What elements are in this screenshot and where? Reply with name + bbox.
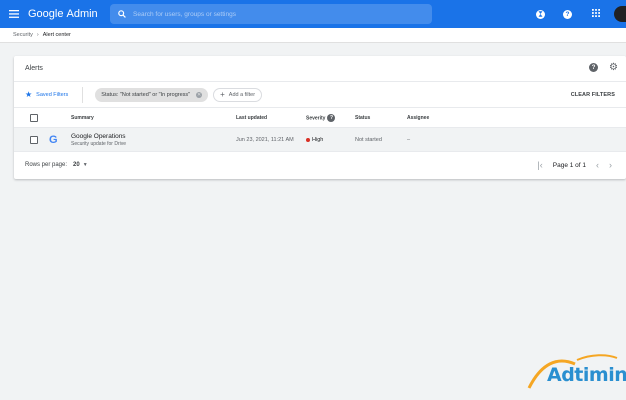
rows-per-page-select[interactable]: 20 [73, 162, 80, 168]
column-header-status[interactable]: Status [355, 115, 370, 121]
alert-status: Not started [355, 136, 382, 143]
brand-google-text: Google [28, 8, 64, 20]
alerts-card: Alerts ? ⚙ ★ Saved Filters Status: "Not … [14, 56, 626, 179]
column-header-last-updated[interactable]: Last updated [236, 115, 267, 121]
add-filter-label: Add a filter [228, 91, 256, 98]
star-icon: ★ [25, 89, 33, 99]
help-button[interactable]: ? [563, 9, 572, 19]
plus-icon: + [220, 89, 225, 99]
main-menu-button[interactable] [0, 0, 28, 28]
rows-per-page-label: Rows per page: [25, 162, 68, 168]
filter-bar: ★ Saved Filters Status: "Not started" or… [14, 82, 626, 108]
search-box[interactable] [110, 4, 432, 24]
filter-divider [82, 86, 84, 103]
column-header-severity[interactable]: Severity? [306, 113, 336, 122]
search-icon [118, 10, 126, 18]
first-page-icon[interactable]: |‹ [537, 160, 542, 170]
table-row[interactable]: G Google Operations Security update for … [14, 128, 626, 152]
previous-page-icon[interactable]: ‹ [596, 160, 599, 170]
severity-high-dot-icon [306, 137, 310, 142]
gear-icon[interactable]: ⚙ [609, 63, 618, 73]
watermark-logo: Adtimin [527, 350, 626, 392]
saved-filters-label: Saved Filters [36, 91, 69, 98]
chevron-down-icon[interactable]: ▼ [83, 162, 88, 168]
watermark-text: Adtimin [547, 364, 626, 386]
add-filter-button[interactable]: + Add a filter [213, 87, 263, 102]
page-indicator: Page 1 of 1 [552, 161, 586, 169]
column-header-summary[interactable]: Summary [71, 115, 94, 121]
alert-last-updated: Jun 23, 2021, 11:21 AM [236, 136, 294, 143]
page-title: Alerts [25, 65, 43, 72]
top-app-bar: Google Admin ? [0, 0, 626, 28]
google-g-icon: G [49, 134, 58, 146]
column-header-assignee[interactable]: Assignee [407, 115, 429, 121]
select-all-checkbox[interactable] [30, 113, 38, 122]
alert-subtitle: Security update for Drive [71, 140, 127, 147]
card-header-actions: ? ⚙ [589, 63, 618, 73]
hamburger-menu-icon [9, 10, 19, 18]
table-header: Summary Last updated Severity? Status As… [14, 108, 626, 128]
alerts-card-header: Alerts ? ⚙ [14, 56, 626, 82]
brand-admin-text: Admin [66, 8, 98, 20]
status-filter-chip[interactable]: Status: "Not started" or "In progress" ✕ [95, 87, 209, 102]
help-icon: ? [563, 9, 572, 19]
app-bar-actions: ? [536, 0, 626, 28]
apps-grid-icon [592, 9, 600, 17]
saved-filters-button[interactable]: ★ Saved Filters [25, 89, 69, 99]
pagination: |‹ Page 1 of 1 ‹ › [537, 160, 612, 170]
breadcrumb-current: Alert center [42, 32, 71, 38]
severity-header-label: Severity [306, 114, 326, 121]
google-admin-logo[interactable]: Google Admin [28, 8, 98, 20]
status-filter-chip-label: Status: "Not started" or "In progress" [101, 91, 191, 98]
alert-assignee: – [407, 136, 411, 143]
help-icon[interactable]: ? [589, 63, 599, 72]
search-input[interactable] [133, 10, 413, 18]
alert-severity: High [306, 137, 323, 143]
apps-launcher-button[interactable] [592, 9, 600, 19]
breadcrumb-security-link[interactable]: Security [13, 32, 33, 38]
notifications-button[interactable] [536, 9, 545, 19]
hourglass-icon [536, 9, 545, 19]
account-avatar[interactable] [614, 6, 626, 22]
alert-summary[interactable]: Google Operations Security update for Dr… [71, 133, 126, 147]
severity-help-icon[interactable]: ? [327, 113, 336, 122]
alert-severity-label: High [312, 136, 324, 143]
table-footer: Rows per page: 20 ▼ |‹ Page 1 of 1 ‹ › [14, 152, 626, 178]
alert-title: Google Operations [71, 132, 126, 140]
remove-filter-icon[interactable]: ✕ [196, 91, 203, 98]
row-checkbox[interactable] [30, 135, 38, 144]
next-page-icon[interactable]: › [609, 160, 612, 170]
breadcrumb-separator: › [36, 32, 39, 38]
clear-filters-button[interactable]: CLEAR FILTERS [571, 92, 615, 98]
breadcrumb: Security › Alert center [0, 28, 626, 43]
